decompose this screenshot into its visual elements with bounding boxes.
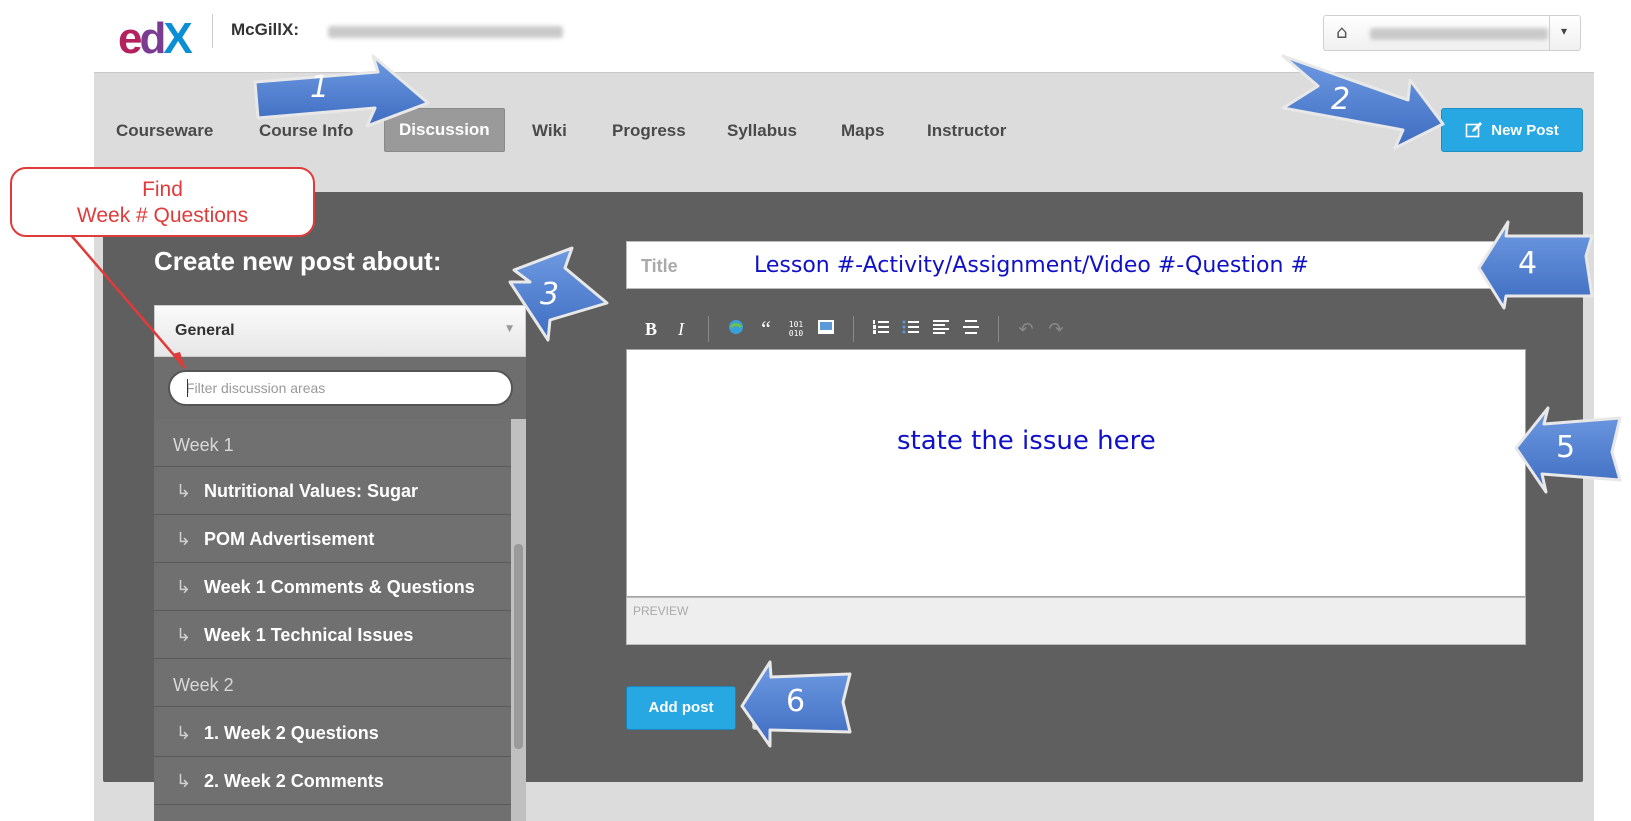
step-number-6: 6	[786, 684, 806, 719]
edx-discussion-page: edX McGillX: ⌂ ▾ Courseware Course Info …	[0, 0, 1631, 821]
step-number-4: 4	[1518, 246, 1538, 281]
annotation-arrow-1	[253, 54, 430, 128]
annotation-arrow-2	[1281, 54, 1445, 150]
step-number-3: 3	[540, 277, 560, 312]
callout-line-2: Week # Questions	[76, 204, 249, 227]
step-number-2: 2	[1331, 82, 1351, 117]
step-number-1: 1	[310, 70, 330, 105]
callout-line-1: Find	[142, 178, 183, 201]
callout-pointer-line	[69, 233, 186, 369]
step-number-5: 5	[1556, 430, 1576, 465]
find-week-callout: Find Week # Questions	[10, 167, 315, 237]
callout-pointer-head	[172, 352, 185, 368]
annotation-overlay	[69, 54, 1622, 748]
